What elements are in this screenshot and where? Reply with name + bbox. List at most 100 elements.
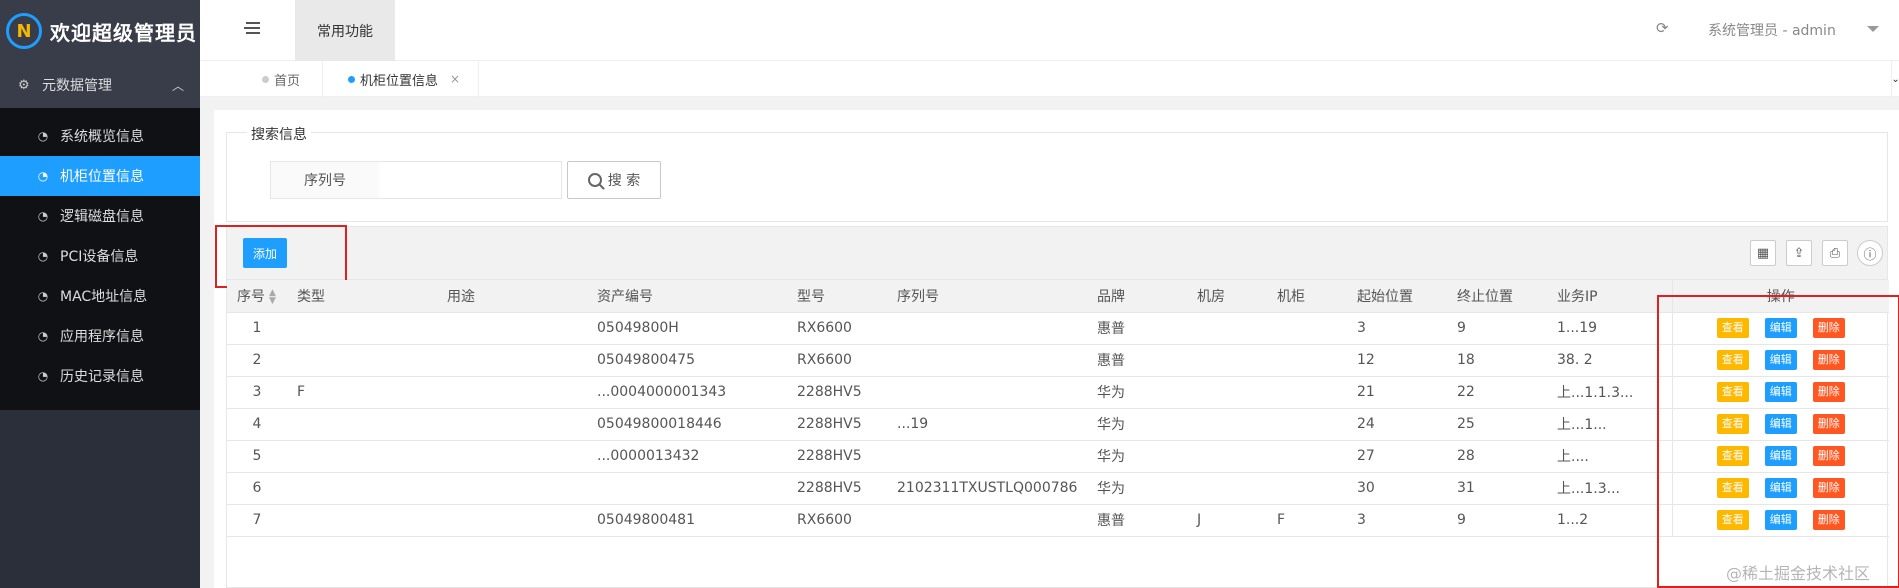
table-cell-no: 4 [227, 408, 287, 441]
submenu: ◔ 系统概览信息 ◔ 机柜位置信息 ◔ 逻辑磁盘信息 ◔ PCI设备信息 ◔ MAC地址信… [0, 108, 200, 410]
column-header: 类型 [287, 280, 437, 313]
tab-home[interactable]: 首页 [262, 61, 324, 97]
table-cell-end: 18 [1447, 344, 1547, 377]
app-title: 欢迎超级管理员 [50, 20, 197, 45]
table-row: 7 05049800481 RX6600 惠普 J F 3 9 1...2 查看 编辑 删除 [227, 504, 1889, 537]
table-toolbar: 添加 ▦ ⇪ ⎙ ⓘ [215, 225, 1887, 288]
menu-group-label: 元数据管理 [42, 78, 112, 94]
table-cell-room [1187, 376, 1267, 409]
table-cell-model: RX6600 [787, 504, 887, 537]
caret-down-icon[interactable] [1867, 26, 1879, 32]
table-cell-model: 2288HV5 [787, 376, 887, 409]
table-cell-model: 2288HV5 [787, 440, 887, 473]
tab-bar: 首页 机柜位置信息 × ⌄ [200, 61, 1899, 97]
table-row: 1 05049800H RX6600 惠普 3 9 1...19 查看 编辑 删除 [227, 312, 1889, 345]
table-cell-start: 30 [1347, 472, 1447, 505]
serial-label: 序列号 [270, 161, 380, 199]
table-body: 1 05049800H RX6600 惠普 3 9 1...19 查看 编辑 删除 2 0504980… [227, 312, 1889, 537]
search-panel: 搜索信息 序列号 搜 索 [226, 124, 1888, 222]
table-cell-start: 24 [1347, 408, 1447, 441]
sidebar-item-pci[interactable]: ◔ PCI设备信息 [0, 236, 200, 276]
serial-search-input[interactable] [379, 161, 562, 199]
search-button-label: 搜 索 [607, 173, 641, 189]
table-cell-end: 28 [1447, 440, 1547, 473]
column-header: 品牌 [1087, 280, 1187, 313]
table-cell-start: 27 [1347, 440, 1447, 473]
sidebar-item-overview[interactable]: ◔ 系统概览信息 [0, 116, 200, 156]
refresh-icon[interactable]: ⟳ [1656, 20, 1672, 36]
column-header-label: 序号 [237, 288, 265, 305]
table-cell-no: 3 [227, 376, 287, 409]
table-cell-cabinet [1267, 408, 1347, 441]
info-icon[interactable]: ⓘ [1857, 240, 1883, 266]
sidebar-item-cabinet[interactable]: ◔ 机柜位置信息 [0, 156, 200, 196]
table-cell-brand: 华为 [1087, 440, 1187, 473]
quick-functions-tab[interactable]: 常用功能 [295, 0, 395, 61]
hamburger-icon[interactable] [244, 22, 260, 38]
sidebar-item-label: 系统概览信息 [60, 129, 144, 145]
dashboard-icon: ◔ [37, 249, 49, 263]
add-button[interactable]: 添加 [243, 238, 287, 268]
table-cell-model: 2288HV5 [787, 408, 887, 441]
sidebar-item-history[interactable]: ◔ 历史记录信息 [0, 356, 200, 396]
submenu-spacer [0, 396, 200, 410]
table-cell-type [287, 472, 437, 505]
table-cell-room [1187, 408, 1267, 441]
sidebar-item-apps[interactable]: ◔ 应用程序信息 [0, 316, 200, 356]
export-icon[interactable]: ⇪ [1786, 240, 1812, 266]
table-row: 5 ...0000013432 2288HV5 华为 27 28 上.... 查看 编辑 删除 [227, 440, 1889, 473]
highlight-box-ops [1657, 295, 1899, 588]
chevron-up-icon: ︿ [171, 78, 184, 93]
dashboard-icon: ◔ [37, 369, 49, 383]
table-cell-no: 7 [227, 504, 287, 537]
close-icon[interactable]: × [450, 72, 460, 86]
table-cell-room: J [1187, 504, 1267, 537]
table-cell-type [287, 344, 437, 377]
sidebar-item-mac[interactable]: ◔ MAC地址信息 [0, 276, 200, 316]
data-table-panel: 添加 ▦ ⇪ ⎙ ⓘ 序号 ▲ ▼ 类型 用途 资产编号 型号 序列号 品牌 机房 [215, 225, 1889, 588]
table-cell-brand: 华为 [1087, 376, 1187, 409]
table-cell-end: 9 [1447, 312, 1547, 345]
table-cell-start: 3 [1347, 312, 1447, 345]
table-cell-model: RX6600 [787, 344, 887, 377]
user-menu[interactable]: 系统管理员 - admin [1708, 20, 1836, 40]
tab-label: 机柜位置信息 [360, 73, 439, 89]
table-cell-asset: 05049800481 [587, 504, 787, 537]
dashboard-icon: ◔ [37, 209, 49, 223]
table-cell-serial [887, 504, 1087, 537]
table-cell-cabinet [1267, 344, 1347, 377]
search-legend: 搜索信息 [247, 124, 311, 144]
table-cell-serial: ...19 [887, 408, 1087, 441]
tab-label: 首页 [274, 73, 301, 89]
table-cell-serial [887, 376, 1087, 409]
sidebar-item-logical-disk[interactable]: ◔ 逻辑磁盘信息 [0, 196, 200, 236]
dashboard-icon: ◔ [37, 329, 49, 343]
table-cell-room [1187, 440, 1267, 473]
chevron-down-icon[interactable]: ⌄ [1891, 61, 1899, 97]
sidebar-item-label: MAC地址信息 [60, 289, 148, 305]
table-cell-ip: 上...1.3... [1547, 472, 1672, 505]
table-cell-no: 6 [227, 472, 287, 505]
search-button[interactable]: 搜 索 [567, 161, 661, 199]
table-cell-room [1187, 344, 1267, 377]
sidebar-item-label: PCI设备信息 [60, 249, 139, 265]
table-cell-asset: ...0000013432 [587, 440, 787, 473]
table-cell-cabinet: F [1267, 504, 1347, 537]
table-cell-type: F [287, 376, 437, 409]
table-cell-usage [437, 376, 587, 409]
menu-group-metadata[interactable]: ⚙ 元数据管理 ︿ [0, 62, 200, 108]
print-icon[interactable]: ⎙ [1822, 240, 1848, 266]
column-header[interactable]: 序号 ▲ ▼ [227, 280, 287, 313]
table-cell-ip: 上...1... [1547, 408, 1672, 441]
main-content: 搜索信息 序列号 搜 索 添加 ▦ ⇪ ⎙ ⓘ 序号 ▲ ▼ 类型 用途 资产编… [214, 110, 1899, 588]
table-cell-ip: 上...1.1.3... [1547, 376, 1672, 409]
table-cell-no: 1 [227, 312, 287, 345]
table-cell-start: 21 [1347, 376, 1447, 409]
sort-icon[interactable]: ▲ ▼ [269, 288, 276, 305]
logo-area: N 欢迎超级管理员 [0, 0, 200, 62]
columns-icon[interactable]: ▦ [1750, 240, 1776, 266]
tab-cabinet[interactable]: 机柜位置信息 × [348, 61, 480, 97]
table-row: 6 2288HV5 2102311TXUSTLQ000786 华为 30 31 上...1.… [227, 472, 1889, 505]
table-cell-cabinet [1267, 312, 1347, 345]
table-cell-serial [887, 344, 1087, 377]
